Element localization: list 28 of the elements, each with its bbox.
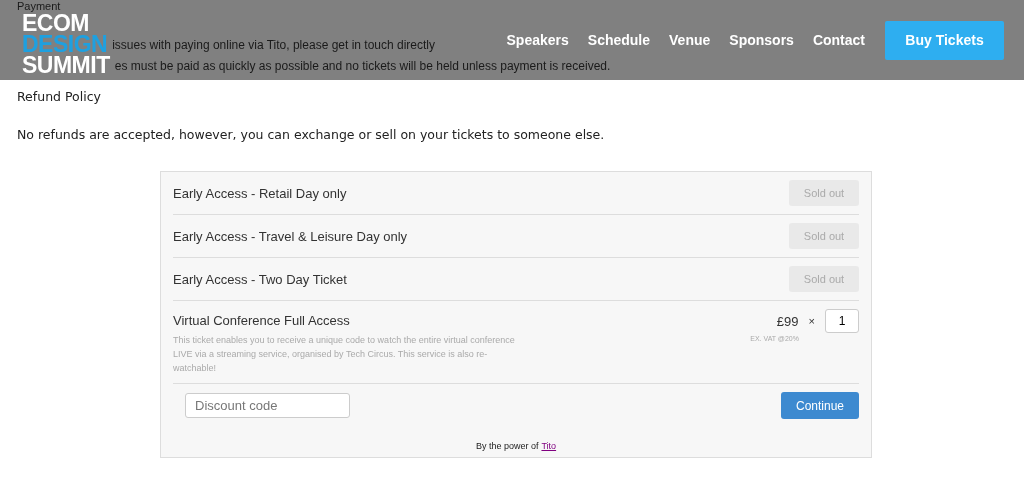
- nav-link[interactable]: Speakers: [506, 32, 569, 48]
- ticket-name: Early Access - Travel & Leisure Day only: [173, 228, 408, 244]
- powered-by-text: By the power of: [475, 441, 539, 451]
- continue-button[interactable]: Continue: [781, 392, 859, 419]
- section-heading: Payment: [17, 0, 61, 13]
- sold-out-label: Sold out: [789, 180, 859, 206]
- nav-link[interactable]: Venue: [669, 32, 711, 48]
- tito-link[interactable]: Tito: [541, 441, 557, 451]
- ticket-name: Virtual Conference Full Access: [173, 313, 351, 328]
- nav-link[interactable]: Contact: [812, 32, 865, 48]
- logo-word[interactable]: ECOM: [22, 13, 89, 34]
- quantity-input[interactable]: 1: [825, 309, 859, 333]
- sold-out-label: Sold out: [789, 266, 859, 292]
- section-heading: Refund Policy: [17, 88, 102, 106]
- nav-link[interactable]: Schedule: [587, 32, 651, 48]
- paragraph: No refunds are accepted, however, you can exchange or sell on your tickets to someone else.: [17, 126, 606, 144]
- sold-out-label: Sold out: [789, 223, 859, 249]
- nav-link[interactable]: Sponsors: [729, 32, 794, 48]
- ticket-name: Early Access - Retail Day only: [173, 185, 347, 201]
- buy-tickets-button[interactable]: Buy Tickets: [885, 20, 1004, 60]
- times-sign: ×: [808, 315, 815, 327]
- paragraph-line: es must be paid as quickly as possible and no tickets will be held unless payment is received.: [114, 58, 611, 73]
- ticket-name: Early Access - Two Day Ticket: [173, 271, 347, 287]
- paragraph-line: issues with paying online via Tito, please get in touch directly: [112, 37, 436, 52]
- ticket-description: This ticket enables you to receive a unique code to watch the entire virtual conference LIVE via a streaming service, organised by Tech Circus. This service is also re-watchable!: [173, 334, 516, 375]
- ticket-price: £99: [776, 313, 799, 329]
- discount-code-input[interactable]: Discount code: [185, 393, 350, 418]
- logo-word[interactable]: SUMMIT: [22, 55, 110, 76]
